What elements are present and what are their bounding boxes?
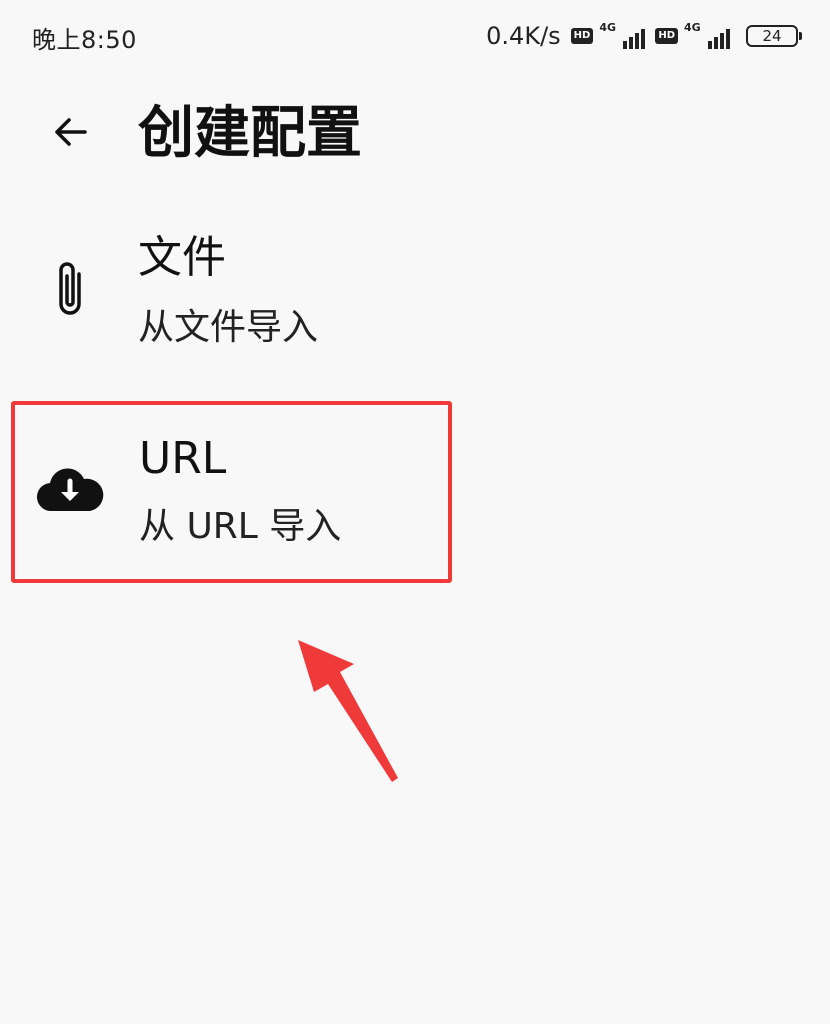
status-indicators: 0.4K/s HD 4G HD 4G 24 (486, 18, 802, 54)
status-time: 晚上8:50 (32, 26, 137, 54)
network-speed: 0.4K/s (486, 22, 561, 50)
annotation-arrow (298, 640, 398, 782)
page-title: 创建配置 (138, 101, 362, 166)
hd-badge-sim1: HD (570, 28, 594, 44)
status-bar: 晚上8:50 0.4K/s HD 4G HD 4G 24 (0, 0, 830, 72)
signal-icon-sim2: 4G (684, 21, 730, 51)
back-button[interactable] (48, 110, 92, 154)
cloud-download-icon (35, 463, 105, 515)
paperclip-icon (42, 258, 100, 322)
import-from-url-option[interactable]: URL 从 URL 导入 (11, 401, 452, 583)
arrow-left-icon (55, 118, 87, 146)
option-subtitle: 从文件导入 (138, 307, 319, 348)
network-type-sim1: 4G (599, 21, 617, 34)
battery-icon: 24 (746, 25, 802, 47)
option-subtitle: 从 URL 导入 (139, 506, 342, 547)
import-from-file-option[interactable]: 文件 从文件导入 (14, 220, 448, 398)
option-title: URL (139, 433, 227, 484)
hd-badge-sim2: HD (655, 28, 678, 44)
option-title: 文件 (138, 232, 226, 283)
signal-icon-sim1: 4G (599, 21, 646, 51)
network-type-sim2: 4G (684, 21, 701, 34)
